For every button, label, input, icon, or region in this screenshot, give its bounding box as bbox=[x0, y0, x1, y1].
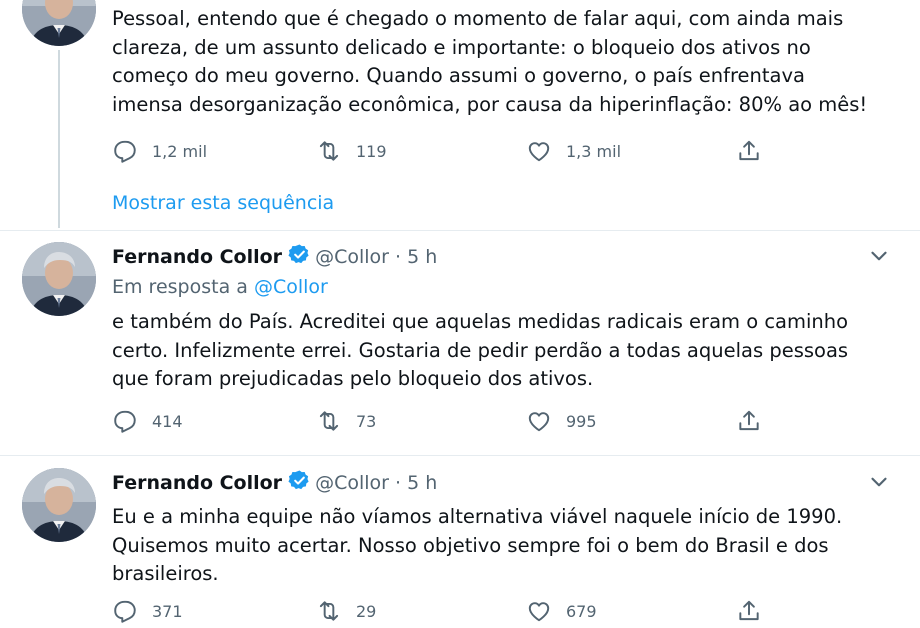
more-options-button[interactable] bbox=[866, 469, 892, 495]
heart-icon bbox=[526, 598, 552, 624]
share-button[interactable] bbox=[736, 408, 762, 434]
retweet-icon bbox=[316, 138, 342, 164]
reply-icon bbox=[112, 408, 138, 434]
reply-count: 414 bbox=[152, 411, 183, 431]
reply-count: 1,2 mil bbox=[152, 141, 208, 161]
tweet-text: Eu e a minha equipe não víamos alternati… bbox=[112, 505, 843, 585]
reply-mention-link[interactable]: @Collor bbox=[254, 276, 328, 298]
verified-badge-icon bbox=[288, 469, 311, 492]
heart-icon bbox=[526, 138, 552, 164]
like-count: 1,3 mil bbox=[566, 141, 622, 161]
share-icon bbox=[736, 138, 762, 164]
share-button[interactable] bbox=[736, 598, 762, 624]
retweet-count: 29 bbox=[356, 601, 377, 621]
author-name[interactable]: Fernando Collor bbox=[112, 246, 282, 268]
reply-context: Em resposta a @Collor bbox=[112, 276, 328, 298]
like-button[interactable]: 995 bbox=[526, 408, 597, 434]
like-button[interactable]: 679 bbox=[526, 598, 597, 624]
like-count: 679 bbox=[566, 601, 597, 621]
chevron-down-icon bbox=[866, 469, 892, 495]
retweet-count: 119 bbox=[356, 141, 387, 161]
tweet-actions: 371 29 679 bbox=[112, 598, 792, 628]
retweet-button[interactable]: 119 bbox=[316, 138, 387, 164]
tweet-text: Pessoal, entendo que é chegado o momento… bbox=[112, 7, 868, 116]
divider bbox=[0, 230, 920, 231]
show-thread-link[interactable]: Mostrar esta sequência bbox=[112, 192, 334, 214]
more-options-button[interactable] bbox=[866, 243, 892, 269]
tweet-time[interactable]: 5 h bbox=[407, 472, 437, 494]
retweet-icon bbox=[316, 598, 342, 624]
share-button[interactable] bbox=[736, 138, 762, 164]
thread-connector bbox=[58, 50, 60, 228]
reply-button[interactable]: 414 bbox=[112, 408, 183, 434]
author-handle[interactable]: @Collor bbox=[315, 472, 389, 494]
tweet-actions: 1,2 mil 119 1,3 mil bbox=[112, 138, 792, 168]
retweet-button[interactable]: 73 bbox=[316, 408, 376, 434]
share-icon bbox=[736, 598, 762, 624]
reply-prefix: Em resposta a bbox=[112, 276, 248, 298]
avatar[interactable] bbox=[22, 242, 96, 316]
verified-badge-icon bbox=[288, 243, 311, 266]
retweet-icon bbox=[316, 408, 342, 434]
tweet-header: Fernando Collor @Collor · 5 h bbox=[112, 469, 437, 494]
retweet-button[interactable]: 29 bbox=[316, 598, 376, 624]
like-button[interactable]: 1,3 mil bbox=[526, 138, 621, 164]
tweet-time[interactable]: 5 h bbox=[407, 246, 437, 268]
reply-button[interactable]: 371 bbox=[112, 598, 183, 624]
avatar[interactable] bbox=[22, 0, 96, 46]
tweet-text: e também do País. Acreditei que aquelas … bbox=[112, 310, 849, 390]
chevron-down-icon bbox=[866, 243, 892, 269]
reply-count: 371 bbox=[152, 601, 183, 621]
author-name[interactable]: Fernando Collor bbox=[112, 472, 282, 494]
retweet-count: 73 bbox=[356, 411, 377, 431]
heart-icon bbox=[526, 408, 552, 434]
tweet-actions: 414 73 995 bbox=[112, 408, 792, 438]
like-count: 995 bbox=[566, 411, 597, 431]
divider bbox=[0, 455, 920, 456]
tweet-header: Fernando Collor @Collor · 5 h bbox=[112, 243, 437, 268]
author-handle[interactable]: @Collor bbox=[315, 246, 389, 268]
reply-icon bbox=[112, 598, 138, 624]
avatar[interactable] bbox=[22, 468, 96, 542]
reply-icon bbox=[112, 138, 138, 164]
reply-button[interactable]: 1,2 mil bbox=[112, 138, 207, 164]
share-icon bbox=[736, 408, 762, 434]
